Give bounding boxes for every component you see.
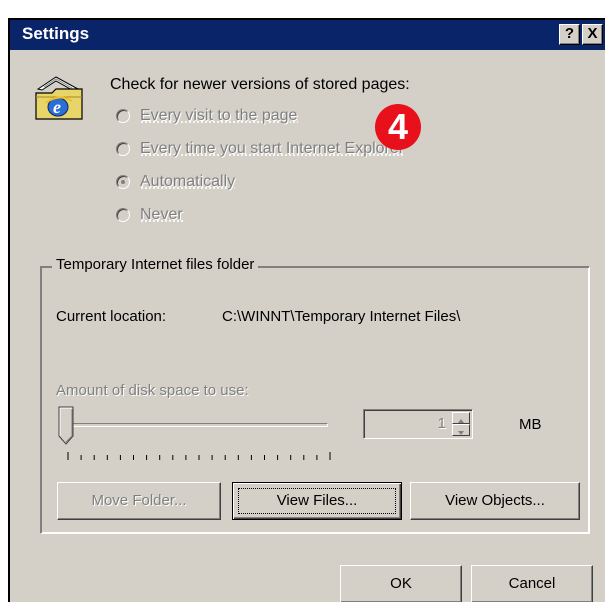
disk-space-slider-thumb[interactable] bbox=[58, 406, 74, 446]
temp-files-group-title: Temporary Internet files folder bbox=[52, 256, 259, 273]
radio-label: Every visit to the page bbox=[140, 107, 298, 124]
step-number-badge: 4 bbox=[375, 104, 421, 150]
svg-text:e: e bbox=[53, 97, 61, 117]
cancel-button[interactable]: Cancel bbox=[471, 565, 593, 602]
view-objects-button[interactable]: View Objects... bbox=[410, 482, 580, 520]
help-button[interactable]: ? bbox=[559, 24, 580, 45]
move-folder-button[interactable]: Move Folder... bbox=[57, 482, 221, 520]
ie-folder-icon: e bbox=[35, 76, 83, 120]
title-bar[interactable]: Settings ? X bbox=[10, 20, 605, 50]
spin-up-button[interactable] bbox=[452, 412, 470, 424]
radio-button-selected[interactable] bbox=[116, 175, 130, 189]
settings-dialog: Settings ? X e Check for newer versions … bbox=[8, 18, 605, 602]
radio-label: Every time you start Internet Explorer bbox=[140, 140, 405, 157]
radio-button[interactable] bbox=[116, 109, 130, 123]
disk-space-label: Amount of disk space to use: bbox=[56, 382, 249, 399]
disk-space-value: 1 bbox=[437, 415, 446, 432]
radio-label: Never bbox=[140, 206, 183, 223]
radio-dot bbox=[121, 180, 125, 184]
ok-button[interactable]: OK bbox=[340, 565, 462, 602]
window-title: Settings bbox=[22, 24, 90, 43]
focus-rectangle bbox=[238, 488, 396, 514]
close-button[interactable]: X bbox=[582, 24, 603, 45]
radio-label: Automatically bbox=[140, 173, 236, 190]
disk-space-spinbox[interactable]: 1 bbox=[363, 409, 473, 439]
current-location-value: C:\WINNT\Temporary Internet Files\ bbox=[222, 308, 461, 325]
radio-button[interactable] bbox=[116, 142, 130, 156]
unit-label: MB bbox=[519, 416, 542, 433]
view-files-button[interactable]: View Files... bbox=[232, 482, 402, 520]
disk-space-slider-track[interactable] bbox=[70, 423, 328, 427]
slider-ticks bbox=[67, 452, 331, 460]
arrow-down-icon bbox=[458, 431, 464, 435]
spin-down-button[interactable] bbox=[452, 424, 470, 436]
current-location-label: Current location: bbox=[56, 308, 167, 325]
radio-button[interactable] bbox=[116, 208, 130, 222]
check-newer-label: Check for newer versions of stored pages… bbox=[110, 76, 410, 93]
